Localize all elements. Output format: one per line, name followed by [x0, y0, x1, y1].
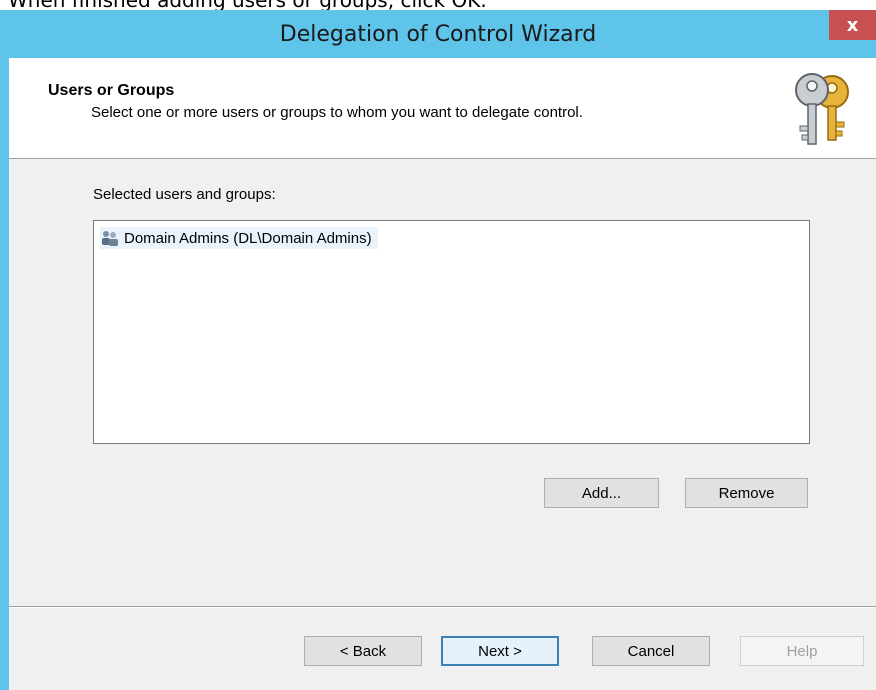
close-button[interactable]: x	[829, 10, 876, 40]
list-item[interactable]: Domain Admins (DL\Domain Admins)	[100, 227, 378, 249]
remove-button[interactable]: Remove	[685, 478, 808, 508]
footer-separator	[9, 606, 876, 608]
keys-icon	[795, 73, 849, 145]
selected-users-label: Selected users and groups:	[93, 186, 276, 203]
page-subtitle: Select one or more users or groups to wh…	[91, 104, 583, 121]
selected-users-listbox[interactable]: Domain Admins (DL\Domain Admins)	[93, 220, 810, 444]
next-button[interactable]: Next >	[441, 636, 559, 666]
title-bar[interactable]: Delegation of Control Wizard x	[0, 10, 876, 58]
add-button[interactable]: Add...	[544, 478, 659, 508]
wizard-body: Users or Groups Select one or more users…	[9, 58, 876, 690]
wizard-window: Delegation of Control Wizard x Users or …	[0, 10, 876, 690]
cancel-button[interactable]: Cancel	[592, 636, 710, 666]
group-icon	[102, 231, 118, 246]
wizard-header: Users or Groups Select one or more users…	[9, 58, 876, 159]
window-title: Delegation of Control Wizard	[279, 22, 597, 47]
back-button[interactable]: < Back	[304, 636, 422, 666]
list-item-label: Domain Admins (DL\Domain Admins)	[124, 229, 372, 247]
help-button: Help	[740, 636, 864, 666]
page-title: Users or Groups	[48, 82, 175, 99]
